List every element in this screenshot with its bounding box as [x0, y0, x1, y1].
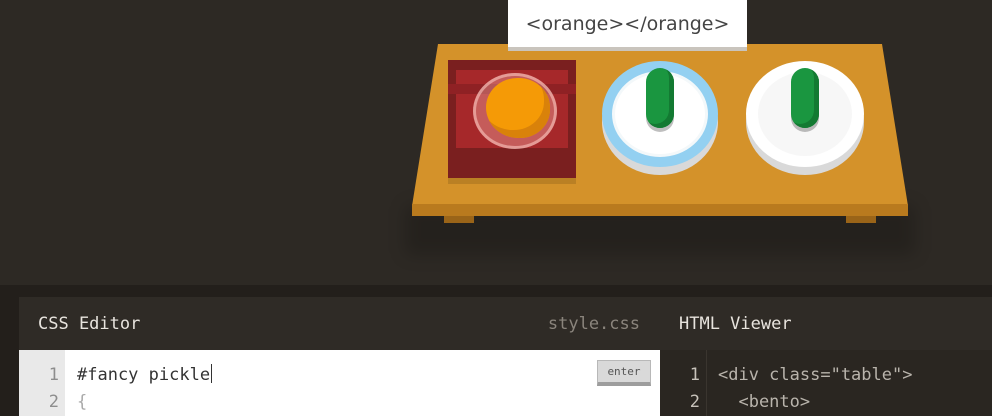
css-editor-title: CSS Editor: [38, 313, 141, 334]
css-editor-panel: CSS Editor style.css 1 2 #fancy pickle {…: [19, 297, 660, 416]
css-selector-input[interactable]: #fancy pickle: [77, 364, 547, 386]
css-open-brace: {: [77, 392, 88, 412]
table-leg-right: [846, 216, 876, 223]
markup-tooltip: <orange></orange>: [508, 0, 747, 47]
line-number: 1: [48, 365, 59, 385]
orange-item[interactable]: [486, 78, 550, 138]
line-number: 2: [48, 392, 59, 412]
html-code-line[interactable]: <div class="table">: [718, 365, 912, 385]
pickle-item-fancy[interactable]: [646, 68, 674, 128]
table-edge: [412, 204, 908, 216]
css-filename: style.css: [547, 314, 640, 334]
html-code-line[interactable]: <bento>: [718, 392, 810, 412]
css-editor-body: 1 2 #fancy pickle { enter: [19, 350, 660, 416]
line-number: 2: [689, 392, 700, 412]
html-viewer-title: HTML Viewer: [679, 313, 792, 334]
css-line-gutter: 1 2: [19, 350, 65, 416]
line-number: 1: [689, 365, 700, 385]
game-scene: <orange></orange>: [0, 0, 992, 285]
enter-button[interactable]: enter: [597, 360, 651, 386]
css-selector-text: #fancy pickle: [77, 365, 211, 385]
html-line-gutter: 1 2: [660, 350, 707, 416]
css-editor-header: CSS Editor style.css: [19, 297, 660, 350]
html-viewer-panel: HTML Viewer 1 2 <div class="table"> <ben…: [660, 297, 992, 416]
text-caret: [211, 364, 213, 383]
html-viewer-header: HTML Viewer: [660, 297, 992, 350]
table-leg-left: [444, 216, 474, 223]
html-viewer-body: 1 2 <div class="table"> <bento>: [660, 350, 992, 416]
pickle-item[interactable]: [791, 68, 819, 128]
